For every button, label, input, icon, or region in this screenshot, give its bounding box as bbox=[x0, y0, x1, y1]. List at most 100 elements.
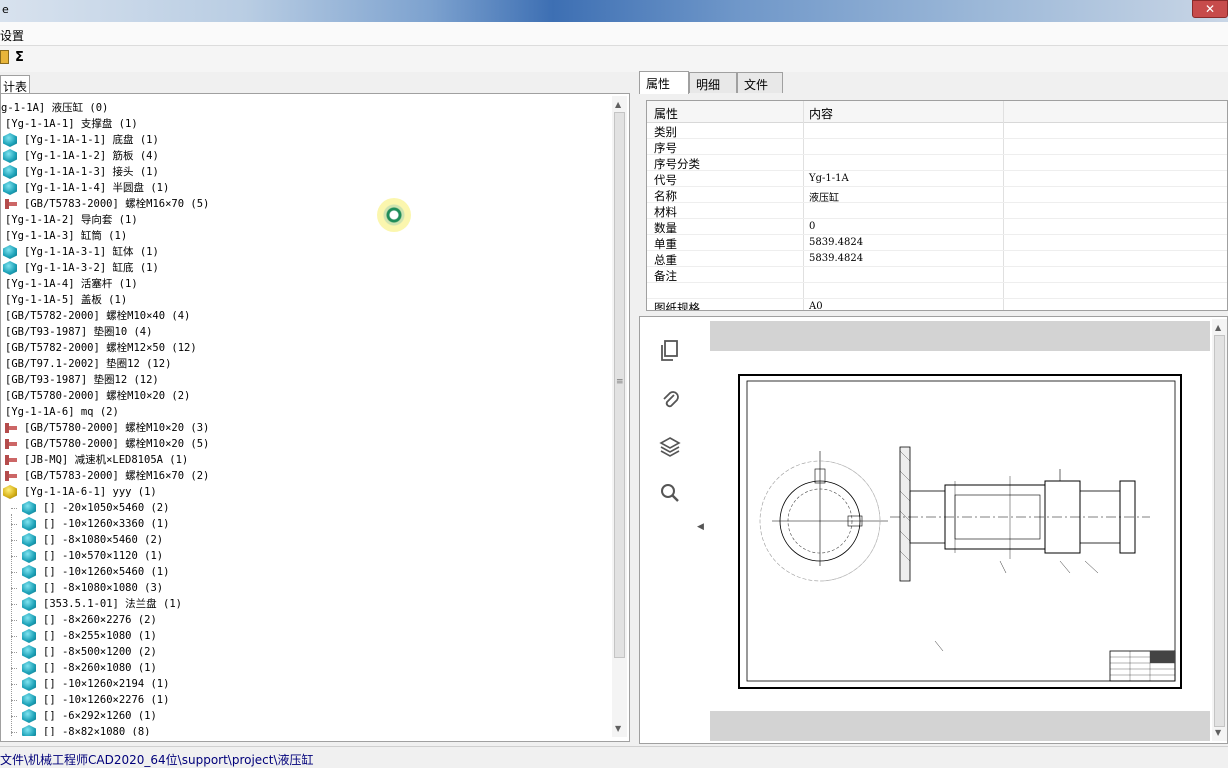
tree-item[interactable]: [Yg-1-1A-1-4] 半圆盘 (1) bbox=[1, 180, 601, 196]
tab-details[interactable]: 明细 bbox=[689, 72, 737, 93]
tree-item[interactable]: [GB/T5782-2000] 螺栓M12×50 (12) bbox=[1, 340, 601, 356]
search-icon[interactable] bbox=[658, 481, 682, 505]
part-icon bbox=[3, 165, 17, 179]
tree-item[interactable]: [Yg-1-1A-3-1] 缸体 (1) bbox=[1, 244, 601, 260]
scroll-down-icon[interactable]: ▼ bbox=[615, 724, 621, 733]
tree-item[interactable]: [GB/T5780-2000] 螺栓M10×20 (3) bbox=[1, 420, 601, 436]
property-key: 数量 bbox=[654, 221, 677, 235]
part-icon bbox=[22, 549, 36, 563]
tree-item[interactable]: [] -8×255×1080 (1) bbox=[1, 628, 601, 644]
menu-settings[interactable]: 设置 bbox=[0, 27, 24, 44]
tree-item[interactable]: [] -10×570×1120 (1) bbox=[1, 548, 601, 564]
property-row[interactable]: 序号分类 bbox=[647, 155, 1227, 171]
collapse-arrow-icon[interactable]: ◀ bbox=[697, 522, 704, 532]
tree-item-label: [Yg-1-1A-1-2] 筋板 (4) bbox=[24, 150, 159, 162]
tree-item[interactable]: g-1-1A] 液压缸 (0) bbox=[1, 100, 601, 116]
scroll-thumb[interactable]: ≡ bbox=[614, 112, 625, 658]
tree-item[interactable]: [] -10×1260×2276 (1) bbox=[1, 692, 601, 708]
part-icon bbox=[3, 133, 17, 147]
tree-item-label: [] -8×260×2276 (2) bbox=[43, 614, 157, 626]
property-value: A0 bbox=[809, 301, 823, 311]
tree-item[interactable]: [GB/T93-1987] 垫圈10 (4) bbox=[1, 324, 601, 340]
tree-item[interactable]: [Yg-1-1A-6] mq (2) bbox=[1, 404, 601, 420]
tree-item[interactable]: [GB/T5780-2000] 螺栓M10×20 (2) bbox=[1, 388, 601, 404]
scroll-up-icon[interactable]: ▲ bbox=[1215, 323, 1221, 332]
tree-item-label: [GB/T5780-2000] 螺栓M10×20 (2) bbox=[5, 390, 191, 402]
preview-scrollbar[interactable]: ▲ ▼ bbox=[1212, 319, 1227, 741]
tree-item[interactable]: [] -8×1080×1080 (3) bbox=[1, 580, 601, 596]
tree-item[interactable]: [Yg-1-1A-2] 导向套 (1) bbox=[1, 212, 601, 228]
table-icon[interactable] bbox=[0, 50, 9, 64]
tree-item[interactable]: [Yg-1-1A-1-1] 底盘 (1) bbox=[1, 132, 601, 148]
tree-item[interactable]: [] -10×1260×5460 (1) bbox=[1, 564, 601, 580]
tree-item[interactable]: [Yg-1-1A-3] 缸筒 (1) bbox=[1, 228, 601, 244]
tree-item[interactable]: [] -8×260×1080 (1) bbox=[1, 660, 601, 676]
tree-item[interactable]: [Yg-1-1A-6-1] yyy (1) bbox=[1, 484, 601, 500]
copy-icon[interactable] bbox=[658, 339, 682, 363]
attachment-icon[interactable] bbox=[658, 387, 682, 411]
property-grid: 属性 内容 类别 序号 序号分类 代号 Yg-1-1A 名称 液压缸 材料 数量 0 单重 5839.… bbox=[646, 100, 1228, 311]
property-grid-header: 属性 内容 bbox=[647, 101, 1227, 123]
scroll-down-icon[interactable]: ▼ bbox=[1215, 728, 1221, 737]
tree-item-label: [Yg-1-1A-6-1] yyy (1) bbox=[24, 486, 157, 498]
tree-connector bbox=[11, 508, 17, 509]
tree-item-label: [GB/T97.1-2002] 垫圈12 (12) bbox=[5, 358, 172, 370]
part-icon bbox=[3, 245, 17, 259]
tree-item[interactable]: [Yg-1-1A-5] 盖板 (1) bbox=[1, 292, 601, 308]
property-row[interactable]: 图纸规格 A0 bbox=[647, 299, 1227, 311]
cursor-highlight bbox=[377, 198, 411, 232]
title-bar: e ✕ bbox=[0, 0, 1228, 22]
tree-item[interactable]: [GB/T5782-2000] 螺栓M10×40 (4) bbox=[1, 308, 601, 324]
tree-item-label: [JB-MQ] 减速机×LED8105A (1) bbox=[24, 454, 189, 466]
tree-item[interactable]: [] -8×82×1080 (8) bbox=[1, 724, 601, 736]
tree-item-label: [] -8×260×1080 (1) bbox=[43, 662, 157, 674]
property-row[interactable]: 类别 bbox=[647, 123, 1227, 139]
tree-item[interactable]: [] -8×260×2276 (2) bbox=[1, 612, 601, 628]
property-row[interactable]: 序号 bbox=[647, 139, 1227, 155]
tree-item[interactable]: [] -10×1260×3360 (1) bbox=[1, 516, 601, 532]
layers-icon[interactable] bbox=[658, 435, 682, 459]
tab-stats-table[interactable]: 计表 bbox=[0, 75, 30, 94]
tree-item[interactable]: [Yg-1-1A-3-2] 缸底 (1) bbox=[1, 260, 601, 276]
part-icon bbox=[22, 613, 36, 627]
tree-item[interactable]: [GB/T5783-2000] 螺栓M16×70 (5) bbox=[1, 196, 601, 212]
close-button[interactable]: ✕ bbox=[1192, 0, 1228, 18]
property-row[interactable]: 备注 bbox=[647, 267, 1227, 283]
tree-item[interactable]: [] -20×1050×5460 (2) bbox=[1, 500, 601, 516]
part-icon bbox=[22, 533, 36, 547]
tab-properties[interactable]: 属性 bbox=[639, 71, 689, 94]
tree-item[interactable]: [Yg-1-1A-1] 支撑盘 (1) bbox=[1, 116, 601, 132]
tree-item[interactable]: [Yg-1-1A-4] 活塞杆 (1) bbox=[1, 276, 601, 292]
tree-item[interactable]: [GB/T97.1-2002] 垫圈12 (12) bbox=[1, 356, 601, 372]
tree-item[interactable]: [353.5.1-01] 法兰盘 (1) bbox=[1, 596, 601, 612]
tree-item[interactable]: [GB/T93-1987] 垫圈12 (12) bbox=[1, 372, 601, 388]
tree-item[interactable]: [] -8×500×1200 (2) bbox=[1, 644, 601, 660]
sum-button[interactable]: Σ bbox=[15, 50, 24, 65]
property-row[interactable]: 材料 bbox=[647, 203, 1227, 219]
tree-item[interactable]: [Yg-1-1A-1-2] 筋板 (4) bbox=[1, 148, 601, 164]
property-row[interactable]: 单重 5839.4824 bbox=[647, 235, 1227, 251]
scroll-up-icon[interactable]: ▲ bbox=[615, 100, 621, 109]
property-row[interactable]: 总重 5839.4824 bbox=[647, 251, 1227, 267]
preview-sidebar: ◀ bbox=[640, 317, 708, 743]
part-icon bbox=[22, 501, 36, 515]
property-key: 材料 bbox=[654, 205, 677, 219]
scroll-thumb[interactable] bbox=[1214, 335, 1225, 727]
property-row[interactable]: 数量 0 bbox=[647, 219, 1227, 235]
part-icon bbox=[22, 661, 36, 675]
tree-item[interactable]: [Yg-1-1A-1-3] 接头 (1) bbox=[1, 164, 601, 180]
tree-item[interactable]: [] -10×1260×2194 (1) bbox=[1, 676, 601, 692]
tree-item[interactable]: [GB/T5783-2000] 螺栓M16×70 (2) bbox=[1, 468, 601, 484]
tab-files[interactable]: 文件 bbox=[737, 72, 783, 93]
tree-item-label: [] -10×1260×3360 (1) bbox=[43, 518, 170, 530]
tree-item[interactable]: [] -6×292×1260 (1) bbox=[1, 708, 601, 724]
part-icon bbox=[3, 149, 17, 163]
tree-item[interactable]: [JB-MQ] 减速机×LED8105A (1) bbox=[1, 452, 601, 468]
tree-item[interactable]: [] -8×1080×5460 (2) bbox=[1, 532, 601, 548]
tree-scrollbar[interactable]: ▲ ≡ ▼ bbox=[612, 96, 627, 737]
tree-item-label: [Yg-1-1A-1-4] 半圆盘 (1) bbox=[24, 182, 170, 194]
property-row[interactable] bbox=[647, 283, 1227, 299]
tree-item[interactable]: [GB/T5780-2000] 螺栓M10×20 (5) bbox=[1, 436, 601, 452]
property-row[interactable]: 代号 Yg-1-1A bbox=[647, 171, 1227, 187]
property-row[interactable]: 名称 液压缸 bbox=[647, 187, 1227, 204]
